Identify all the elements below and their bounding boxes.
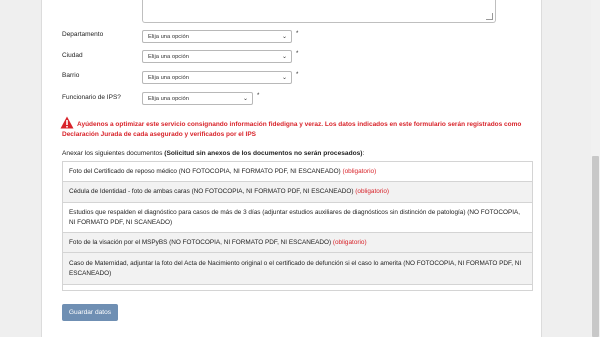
funcionario-ips-select-value: Elija una opción xyxy=(148,96,189,102)
barrio-select[interactable]: Elija una opción ⌄ xyxy=(142,71,292,84)
document-item[interactable]: Foto del Certificado de reposo médico (N… xyxy=(63,162,532,182)
document-item-text: Caso de Maternidad, adjuntar la foto del… xyxy=(69,260,522,277)
annex-note: (Solicitud sin anexos de los documentos … xyxy=(164,150,363,157)
document-item-text: Cédula de Identidad - foto de ambas cara… xyxy=(69,188,354,196)
document-item[interactable]: Estudios que respalden el diagnóstico pa… xyxy=(63,203,532,233)
required-mark: * xyxy=(296,72,299,78)
chevron-down-icon: ⌄ xyxy=(281,34,287,40)
funcionario-ips-select[interactable]: Elija una opción ⌄ xyxy=(142,92,253,105)
chevron-down-icon: ⌄ xyxy=(281,75,287,81)
document-list-spacer xyxy=(63,285,532,291)
ciudad-label: Ciudad xyxy=(62,52,83,59)
annex-suffix: : xyxy=(362,150,365,157)
annex-instructions: Anexar los siguientes documentos (Solici… xyxy=(62,150,364,157)
page-scrollbar[interactable] xyxy=(591,0,600,337)
document-item-content: Caso de Maternidad, adjuntar la foto del… xyxy=(69,259,526,278)
departamento-label: Departamento xyxy=(62,31,104,38)
scrollbar-thumb[interactable] xyxy=(592,156,599,337)
document-item-text: Foto del Certificado de reposo médico (N… xyxy=(69,167,341,175)
comment-textarea[interactable] xyxy=(142,0,496,23)
required-mark: * xyxy=(296,51,299,57)
resize-grip-icon[interactable] xyxy=(486,13,493,20)
barrio-label: Barrio xyxy=(62,72,80,79)
required-mark: * xyxy=(296,31,299,37)
document-item-content: Estudios que respalden el diagnóstico pa… xyxy=(69,208,526,227)
save-button[interactable]: Guardar datos xyxy=(62,304,118,321)
barrio-select-value: Elija una opción xyxy=(148,75,189,81)
required-mark: * xyxy=(257,93,260,99)
mandatory-tag: (obligatorio) xyxy=(332,238,367,246)
document-item[interactable]: Cédula de Identidad - foto de ambas cara… xyxy=(63,182,532,203)
departamento-select[interactable]: Elija una opción ⌄ xyxy=(142,30,292,43)
document-item-content: Cédula de Identidad - foto de ambas cara… xyxy=(69,187,389,197)
document-item-text: Foto de la visación por el MSPyBS (NO FO… xyxy=(69,238,332,246)
chevron-down-icon: ⌄ xyxy=(281,54,287,60)
chevron-down-icon: ⌄ xyxy=(242,96,248,102)
departamento-select-value: Elija una opción xyxy=(148,34,189,40)
document-item-content: Foto del Certificado de reposo médico (N… xyxy=(69,167,376,177)
ciudad-select-value: Elija una opción xyxy=(148,54,189,60)
documents-list: Foto del Certificado de reposo médico (N… xyxy=(62,161,533,291)
mandatory-tag: (obligatorio) xyxy=(342,167,377,175)
annex-title-text: Anexar los siguientes documentos xyxy=(62,150,163,157)
ciudad-select[interactable]: Elija una opción ⌄ xyxy=(142,50,292,63)
funcionario-ips-label: Funcionario de IPS? xyxy=(62,94,121,101)
document-item-text: Estudios que respalden el diagnóstico pa… xyxy=(69,209,521,226)
warning-message: Ayúdenos a optimizar este servicio consi… xyxy=(62,121,522,138)
document-item-content: Foto de la visación por el MSPyBS (NO FO… xyxy=(69,238,367,248)
document-item[interactable]: Foto de la visación por el MSPyBS (NO FO… xyxy=(63,233,532,253)
mandatory-tag: (obligatorio) xyxy=(355,188,390,196)
document-item[interactable]: Caso de Maternidad, adjuntar la foto del… xyxy=(63,253,532,285)
